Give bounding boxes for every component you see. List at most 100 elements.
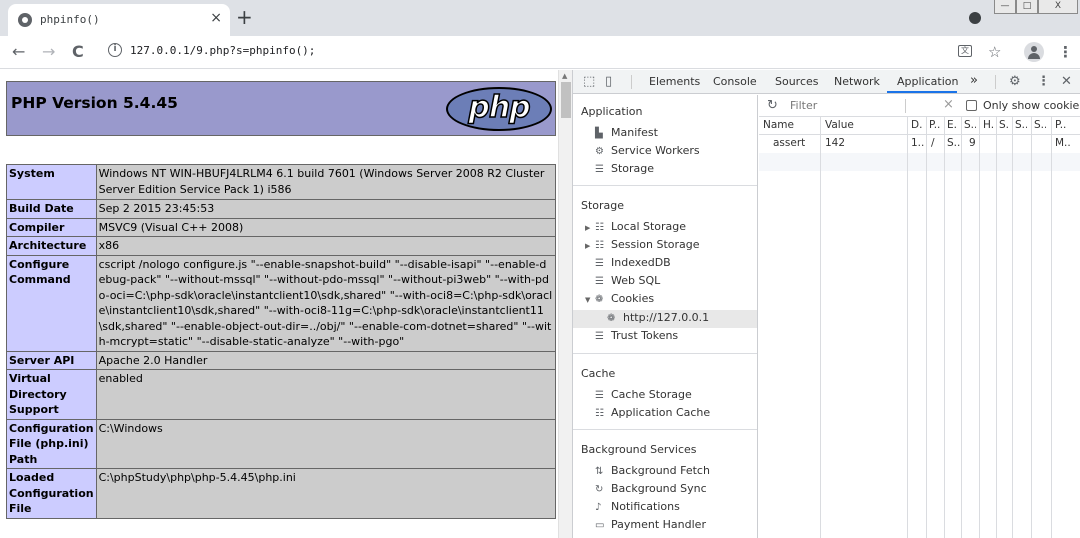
sidebar-item-service-workers[interactable]: ⚙ Service Workers: [595, 144, 700, 162]
table-row: Configure Command cscript /nologo configu…: [6, 254, 557, 352]
table-row: Compiler MSVC9 (Visual C++ 2008): [6, 217, 557, 237]
sidebar-item-payment-handler[interactable]: ▭ Payment Handler: [595, 518, 706, 536]
sidebar-item-session-storage[interactable]: ▶ ☷ Session Storage: [585, 238, 700, 256]
close-icon[interactable]: ✕: [1061, 74, 1072, 89]
column-header[interactable]: S.: [999, 119, 1009, 131]
row-key: Configuration File (php.ini) Path: [6, 418, 97, 469]
bookmark-star-icon[interactable]: ☆: [988, 43, 1001, 61]
sidebar-item-web-sql[interactable]: ☰ Web SQL: [595, 274, 660, 292]
sidebar-item-notifications[interactable]: ♪ Notifications: [595, 500, 680, 518]
column-divider: [961, 117, 962, 538]
reload-button[interactable]: C: [72, 42, 84, 61]
document-icon: ▙: [595, 128, 603, 139]
column-header[interactable]: S..: [1015, 119, 1027, 131]
device-toolbar-icon[interactable]: ▯: [605, 74, 612, 89]
page-scrollbar[interactable]: ▲: [558, 70, 572, 538]
new-tab-button[interactable]: +: [236, 5, 253, 29]
table-row: Server API Apache 2.0 Handler: [6, 350, 557, 370]
browser-toolbar: ← → C i 127.0.0.1/9.php?s=phpinfo(); 文 ☆…: [0, 36, 1080, 69]
sidebar-item-background-sync[interactable]: ↻ Background Sync: [595, 482, 707, 500]
sidebar-item-application-cache[interactable]: ☷ Application Cache: [595, 406, 710, 424]
tab-application[interactable]: Application: [897, 75, 958, 88]
sidebar-item-background-fetch[interactable]: ⇅ Background Fetch: [595, 464, 710, 482]
php-logo-text: php: [468, 89, 532, 126]
table-row: Build Date Sep 2 2015 23:45:53: [6, 199, 557, 219]
gear-icon[interactable]: ⚙: [1009, 74, 1021, 89]
column-header[interactable]: Value: [825, 119, 854, 131]
back-button[interactable]: ←: [12, 42, 25, 61]
close-window-button[interactable]: X: [1038, 0, 1078, 14]
expand-arrow-icon[interactable]: ▶: [585, 224, 595, 232]
inspect-element-icon[interactable]: ⬚: [583, 74, 595, 89]
clear-icon[interactable]: ×: [943, 97, 954, 112]
column-header[interactable]: P..: [929, 119, 941, 131]
translate-icon[interactable]: 文: [958, 45, 972, 57]
column-header[interactable]: H.: [983, 119, 993, 131]
tab-elements[interactable]: Elements: [649, 75, 700, 88]
browser-tab[interactable]: phpinfo() ×: [8, 4, 230, 36]
only-show-cookies-checkbox[interactable]: [966, 100, 977, 111]
row-value: C:\phpStudy\php\php-5.4.45\php.ini: [95, 468, 557, 519]
column-header[interactable]: Name: [763, 119, 794, 131]
scroll-up-arrow-icon[interactable]: ▲: [562, 72, 567, 80]
cookies-table: Name Value D. P.. E. S.. H. S. S.. S.. P…: [759, 117, 1080, 538]
sidebar-item-label: Web SQL: [611, 274, 661, 287]
more-tabs-button[interactable]: »: [970, 73, 978, 88]
tab-strip: phpinfo() × + — □ X: [0, 0, 1080, 36]
sidebar-item-label: Local Storage: [611, 220, 687, 233]
column-divider: [1051, 117, 1052, 538]
row-value: cscript /nologo configure.js "--enable-s…: [95, 254, 557, 352]
sync-icon: ↻: [595, 484, 604, 495]
cookie-size: 9: [969, 137, 976, 149]
maximize-button[interactable]: □: [1016, 0, 1038, 14]
row-value: x86: [95, 236, 557, 256]
more-options-icon[interactable]: ⋮: [1037, 74, 1050, 89]
sidebar-item-label: Application Cache: [611, 406, 711, 419]
grid-icon: ☷: [595, 222, 604, 233]
sidebar-item-storage[interactable]: ☰ Storage: [595, 162, 654, 180]
row-key: Architecture: [6, 236, 97, 256]
column-header[interactable]: S..: [964, 119, 976, 131]
minimize-button[interactable]: —: [994, 0, 1016, 14]
database-icon: ☰: [595, 258, 604, 269]
sidebar-item-local-storage[interactable]: ▶ ☷ Local Storage: [585, 220, 686, 238]
sidebar-item-cookies[interactable]: ▼ ❁ Cookies: [585, 292, 654, 310]
refresh-icon[interactable]: ↻: [767, 98, 778, 113]
info-icon[interactable]: i: [108, 43, 122, 57]
forward-button[interactable]: →: [42, 42, 55, 61]
tab-console[interactable]: Console: [713, 75, 757, 88]
expand-arrow-icon[interactable]: ▶: [585, 242, 595, 250]
profile-avatar[interactable]: [1024, 42, 1044, 62]
fetch-arrows-icon: ⇅: [595, 466, 604, 477]
browser-menu-icon[interactable]: ⋮: [1058, 43, 1073, 61]
cookie-priority: M..: [1055, 137, 1071, 149]
filter-input[interactable]: Filter: [785, 98, 901, 114]
sidebar-item-label: Background Fetch: [611, 464, 710, 477]
sidebar-item-trust-tokens[interactable]: ☰ Trust Tokens: [595, 329, 678, 347]
tab-close-button[interactable]: ×: [210, 10, 222, 26]
sidebar-item-cache-storage[interactable]: ☰ Cache Storage: [595, 388, 692, 406]
extension-icon[interactable]: [969, 12, 981, 24]
phpinfo-page: PHP Version 5.4.45 php System Windows NT …: [0, 70, 558, 538]
tab-sources[interactable]: Sources: [775, 75, 819, 88]
cookie-domain: 1...: [911, 137, 925, 149]
scrollbar-thumb[interactable]: [561, 82, 571, 118]
sidebar-item-manifest[interactable]: ▙ Manifest: [595, 126, 658, 144]
tab-network[interactable]: Network: [834, 75, 880, 88]
collapse-arrow-icon[interactable]: ▼: [585, 296, 595, 304]
row-value: Windows NT WIN-HBUFJ4LRLM4 6.1 build 760…: [95, 164, 557, 200]
row-key: Loaded Configuration File: [6, 468, 97, 519]
address-bar[interactable]: i 127.0.0.1/9.php?s=phpinfo();: [98, 39, 928, 65]
sidebar-item-cookie-origin[interactable]: ❁ http://127.0.0.1: [607, 311, 709, 329]
url-text[interactable]: 127.0.0.1/9.php?s=phpinfo();: [130, 44, 315, 57]
column-header[interactable]: E.: [947, 119, 957, 131]
column-header[interactable]: S..: [1034, 119, 1046, 131]
active-tab-indicator: [887, 91, 957, 93]
column-header[interactable]: D.: [911, 119, 923, 131]
sidebar-item-indexeddb[interactable]: ☰ IndexedDB: [595, 256, 671, 274]
cookie-value: 142: [825, 137, 846, 149]
database-icon: ☰: [595, 331, 604, 342]
row-value: Sep 2 2015 23:45:53: [95, 199, 557, 219]
column-header[interactable]: P..: [1055, 119, 1069, 131]
database-icon: ☰: [595, 164, 604, 175]
